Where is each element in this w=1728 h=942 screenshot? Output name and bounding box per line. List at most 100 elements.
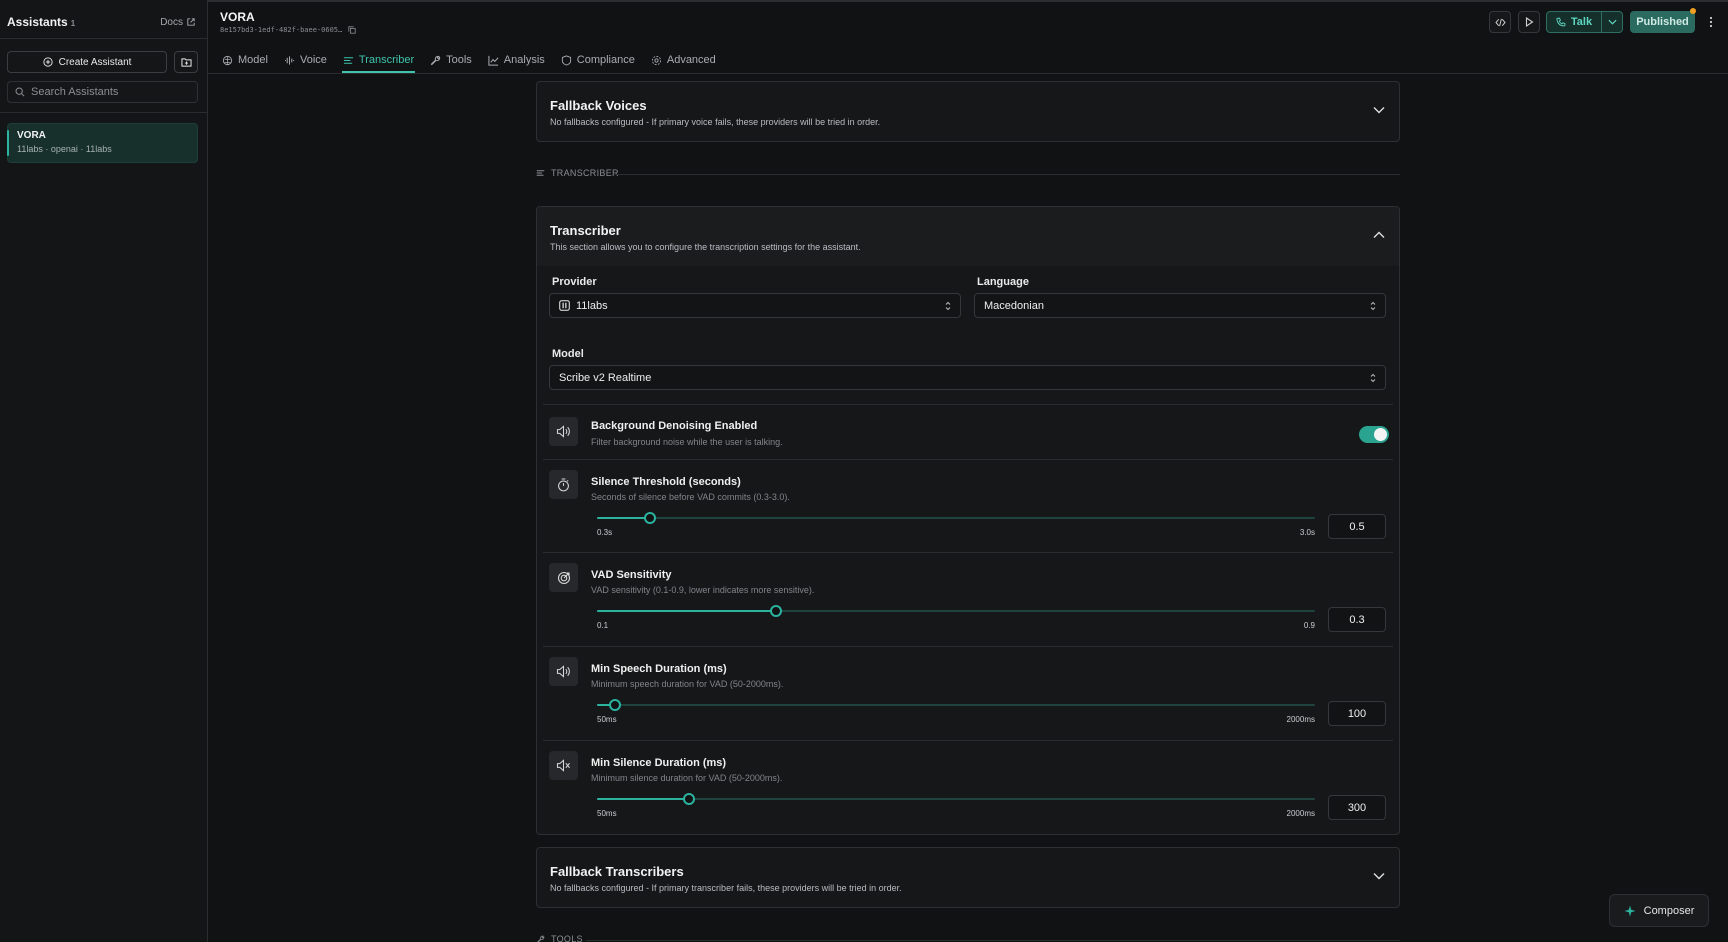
language-value: Macedonian xyxy=(984,299,1044,312)
search-icon xyxy=(15,87,25,97)
tab-label: Transcriber xyxy=(358,54,415,66)
create-assistant-label: Create Assistant xyxy=(58,56,132,68)
slider-value-input[interactable]: 300 xyxy=(1328,795,1386,820)
chevron-updown-icon xyxy=(945,301,951,311)
talk-options-button[interactable] xyxy=(1601,11,1623,33)
folder-plus-icon xyxy=(180,58,192,67)
slider-icon-box xyxy=(549,657,578,686)
composer-label: Composer xyxy=(1643,904,1695,917)
play-button[interactable] xyxy=(1518,11,1540,33)
slider-thumb[interactable] xyxy=(770,605,782,617)
create-assistant-button[interactable]: Create Assistant xyxy=(7,51,167,73)
slider-max-label: 2000ms xyxy=(1286,715,1315,724)
divider xyxy=(614,174,1400,175)
fallback-transcribers-card[interactable]: Fallback Transcribers No fallbacks confi… xyxy=(536,847,1400,908)
slider-min-label: 50ms xyxy=(597,809,617,818)
denoise-toggle[interactable] xyxy=(1359,426,1389,443)
docs-label: Docs xyxy=(160,16,183,28)
section-label-text: TOOLS xyxy=(551,934,583,942)
assistant-id-text: 8e157bd3-1edf-482f-baee-0605… xyxy=(220,26,343,34)
assistant-item-vora[interactable]: VORA 11labs · openai · 11labs xyxy=(7,123,198,163)
slider-track[interactable] xyxy=(597,699,1315,711)
divider xyxy=(543,646,1393,647)
slider-icon-box xyxy=(549,563,578,592)
slider-thumb[interactable] xyxy=(609,699,621,711)
language-select[interactable]: Macedonian xyxy=(974,293,1386,318)
divider xyxy=(543,740,1393,741)
slider-value-input[interactable]: 100 xyxy=(1328,701,1386,726)
speaker-icon xyxy=(556,665,570,678)
search-input[interactable] xyxy=(31,86,191,98)
tab-label: Voice xyxy=(299,54,327,66)
chevron-down-icon[interactable] xyxy=(1373,872,1385,880)
model-value: Scribe v2 Realtime xyxy=(559,371,652,384)
target-icon xyxy=(557,571,570,584)
chevron-updown-icon xyxy=(1370,373,1376,383)
composer-button[interactable]: Composer xyxy=(1609,894,1709,927)
tab-transcriber[interactable]: Transcriber xyxy=(341,47,416,73)
card-description: No fallbacks configured - If primary tra… xyxy=(550,883,902,893)
slider-min-label: 0.1 xyxy=(597,621,609,630)
talk-button[interactable]: Talk xyxy=(1546,11,1602,33)
more-vertical-icon xyxy=(1709,16,1713,28)
code-button[interactable] xyxy=(1489,11,1511,33)
tab-model[interactable]: Model xyxy=(221,47,269,73)
tab-label: Tools xyxy=(446,54,472,66)
chevron-down-icon[interactable] xyxy=(1373,106,1385,114)
plus-circle-icon xyxy=(42,57,53,67)
unsaved-dot xyxy=(1690,8,1696,14)
provider-select[interactable]: 11labs xyxy=(549,293,961,318)
model-select[interactable]: Scribe v2 Realtime xyxy=(549,365,1386,390)
assistant-title: VORA xyxy=(220,10,255,24)
fallback-voices-card[interactable]: Fallback Voices No fallbacks configured … xyxy=(536,81,1400,142)
slider-min-label: 50ms xyxy=(597,715,617,724)
chevron-up-icon[interactable] xyxy=(1373,231,1385,239)
published-button[interactable]: Published xyxy=(1630,11,1695,33)
slider-track[interactable] xyxy=(597,605,1315,617)
tab-advanced[interactable]: Advanced xyxy=(650,47,717,73)
slider-title: Silence Threshold (seconds) xyxy=(591,476,741,488)
copy-icon[interactable] xyxy=(348,26,356,34)
chart-icon xyxy=(488,55,499,66)
slider-max-label: 2000ms xyxy=(1286,809,1315,818)
slider-value-input[interactable]: 0.3 xyxy=(1328,607,1386,632)
slider-thumb[interactable] xyxy=(644,512,656,524)
slider-desc: VAD sensitivity (0.1-0.9, lower indicate… xyxy=(591,585,815,595)
sidebar-title-text: Assistants xyxy=(7,15,68,29)
new-folder-button[interactable] xyxy=(174,51,198,73)
language-label: Language xyxy=(977,276,1029,288)
slider-desc: Minimum speech duration for VAD (50-2000… xyxy=(591,679,784,689)
provider-value: 11labs xyxy=(576,299,608,312)
model-label: Model xyxy=(552,348,584,360)
slider-track[interactable] xyxy=(597,793,1315,805)
tab-voice[interactable]: Voice xyxy=(283,47,328,73)
phone-icon xyxy=(1556,17,1566,27)
divider xyxy=(0,38,207,39)
lines-icon xyxy=(536,170,545,176)
slider-thumb[interactable] xyxy=(683,793,695,805)
tab-tools[interactable]: Tools xyxy=(429,47,473,73)
sidebar-title: Assistants 1 xyxy=(7,15,75,29)
tab-label: Advanced xyxy=(666,54,716,66)
more-options-button[interactable] xyxy=(1701,11,1721,33)
tab-compliance[interactable]: Compliance xyxy=(560,47,636,73)
provider-label: Provider xyxy=(552,276,597,288)
sidebar-header: Assistants 1 Docs xyxy=(7,14,195,30)
sidebar: Assistants1 Docs Create Assistant VORA 1… xyxy=(0,0,208,942)
chevron-down-icon xyxy=(1607,19,1617,25)
docs-link[interactable]: Docs xyxy=(160,17,195,28)
slider-fill xyxy=(597,517,650,519)
waveform-icon xyxy=(284,55,295,65)
slider-track[interactable] xyxy=(597,512,1315,524)
tab-analysis[interactable]: Analysis xyxy=(487,47,546,73)
slider-value-input[interactable]: 0.5 xyxy=(1328,514,1386,539)
wrench-icon xyxy=(430,55,441,65)
talk-label: Talk xyxy=(1570,16,1593,28)
slider-fill xyxy=(597,610,776,612)
section-label-tools: TOOLS xyxy=(536,934,583,942)
top-border xyxy=(0,0,1728,2)
assistant-name: VORA xyxy=(17,130,46,141)
assistant-count: 1 xyxy=(70,19,76,28)
slider-icon-box xyxy=(549,470,578,499)
divider xyxy=(543,459,1393,460)
